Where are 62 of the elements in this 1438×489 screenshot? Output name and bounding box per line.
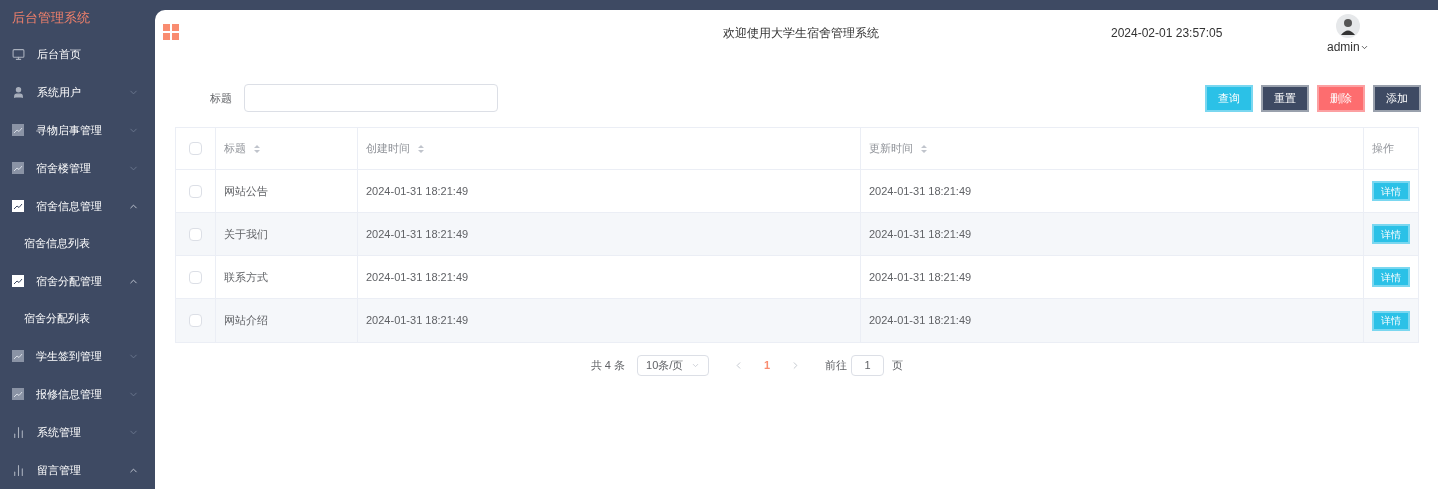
chart-icon: [12, 388, 24, 400]
sidebar-item[interactable]: 系统用户: [0, 73, 155, 111]
page-suffix: 页: [892, 358, 904, 374]
sort-icon[interactable]: [418, 143, 424, 154]
chart-icon: [12, 162, 24, 174]
sidebar-subitem[interactable]: 宿舍信息列表: [0, 225, 155, 262]
monitor-icon: [12, 47, 25, 61]
table-cell: 关于我们: [216, 213, 358, 255]
checkbox[interactable]: [189, 270, 202, 284]
sidebar-item[interactable]: 宿舍分配管理: [0, 262, 155, 300]
action-button[interactable]: 重置: [1261, 84, 1309, 112]
checkbox[interactable]: [189, 314, 202, 327]
chart-icon: [12, 275, 24, 287]
chevron-down-icon: [691, 361, 701, 370]
sort-icon[interactable]: [254, 143, 260, 154]
bar-chart-icon: [12, 463, 25, 477]
table-cell: 2024-01-31 18:21:49: [358, 256, 861, 298]
field-label: 标题: [210, 90, 232, 106]
chart-icon: [12, 124, 24, 136]
checkbox[interactable]: [189, 142, 202, 155]
page-size-select[interactable]: 10条/页: [637, 355, 710, 376]
checkbox[interactable]: [189, 227, 202, 241]
sort-icon[interactable]: [921, 143, 927, 154]
sidebar-title: 后台管理系统: [11, 8, 91, 27]
sidebar-item[interactable]: 报修信息管理: [0, 375, 155, 413]
table-cell: 网站公告: [216, 170, 358, 212]
total-count: 共 4 条: [590, 358, 626, 374]
sidebar-item[interactable]: 留言管理: [0, 451, 155, 489]
sidebar-item[interactable]: 系统管理: [0, 413, 155, 451]
checkbox[interactable]: [189, 184, 202, 198]
table-cell: 2024-01-31 18:21:49: [358, 170, 861, 212]
table-cell: 2024-01-31 18:21:49: [358, 213, 861, 255]
sidebar-item[interactable]: 后台首页: [0, 35, 155, 73]
grid-menu-icon[interactable]: [163, 24, 179, 40]
user-menu[interactable]: admin: [1327, 38, 1369, 56]
table-cell: 网站介绍: [216, 299, 358, 342]
column-header: 标题: [216, 128, 358, 169]
datetime: 2024-02-01 23:57:05: [1111, 25, 1223, 42]
page-input[interactable]: 1: [851, 355, 885, 376]
column-header: 更新时间: [861, 128, 1364, 169]
table-cell: 2024-01-31 18:21:49: [861, 170, 1364, 212]
table-cell: 联系方式: [216, 256, 358, 298]
sidebar-item[interactable]: 宿舍信息管理: [0, 187, 155, 225]
goto-label: 前往: [825, 358, 848, 374]
table-cell: 2024-01-31 18:21:49: [861, 213, 1364, 255]
welcome-title: 欢迎使用大学生宿舍管理系统: [723, 25, 879, 42]
action-button[interactable]: 添加: [1373, 84, 1421, 112]
avatar[interactable]: [1335, 14, 1360, 38]
table-cell: 2024-01-31 18:21:49: [861, 256, 1364, 298]
sidebar-item[interactable]: 学生签到管理: [0, 337, 155, 375]
user-icon: [12, 85, 25, 99]
search-field[interactable]: [244, 84, 498, 112]
sidebar-subitem[interactable]: 宿舍分配列表: [0, 300, 155, 337]
column-header: 操作: [1371, 141, 1395, 157]
chart-icon: [12, 200, 24, 212]
table-cell: 2024-01-31 18:21:49: [861, 299, 1364, 342]
chart-icon: [12, 350, 24, 362]
bar-chart-icon: [12, 425, 25, 439]
sidebar-item[interactable]: 宿舍楼管理: [0, 149, 155, 187]
table-cell: 2024-01-31 18:21:49: [358, 299, 861, 342]
sidebar-item[interactable]: 寻物启事管理: [0, 111, 155, 149]
column-header: 创建时间: [358, 128, 861, 169]
